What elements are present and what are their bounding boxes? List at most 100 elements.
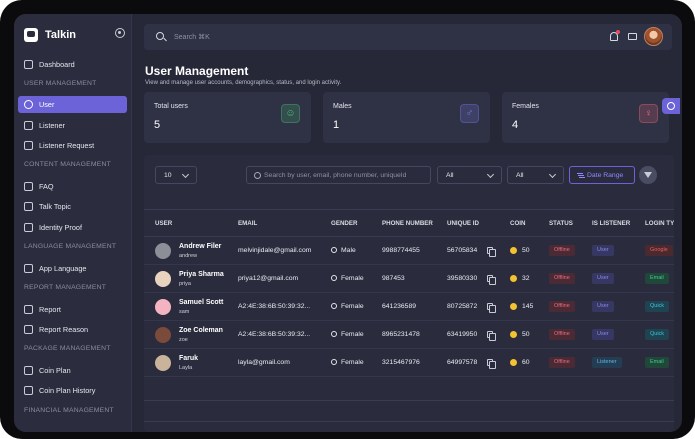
user-avatar bbox=[155, 271, 171, 287]
user-unique-id: 56705834 bbox=[447, 247, 478, 254]
page-subtitle: View and manage user accounts, demograph… bbox=[145, 80, 342, 86]
sidebar-item-report-reason[interactable]: Report Reason bbox=[18, 321, 127, 338]
user-avatar bbox=[155, 355, 171, 371]
listener-request-icon bbox=[24, 141, 33, 150]
sidebar: Talkin Dashboard USER MANAGEMENT User Liste… bbox=[14, 14, 132, 432]
report-icon bbox=[24, 305, 33, 314]
profile-avatar[interactable] bbox=[644, 27, 663, 46]
sidebar-item-dashboard[interactable]: Dashboard bbox=[18, 56, 127, 73]
stat-label: Females bbox=[512, 103, 539, 110]
login-type-badge: Email bbox=[645, 357, 669, 368]
collapse-toggle-icon[interactable] bbox=[115, 28, 125, 38]
divider bbox=[144, 400, 674, 401]
date-range-button[interactable]: Date Range bbox=[569, 166, 635, 184]
coin-plan-history-icon bbox=[24, 386, 33, 395]
chevron-down-icon bbox=[486, 170, 495, 179]
sidebar-item-coin-plan-history[interactable]: Coin Plan History bbox=[18, 382, 127, 399]
male-icon: ♂ bbox=[460, 104, 479, 123]
column-header-email[interactable]: EMAIL bbox=[238, 220, 257, 227]
user-gender: Female bbox=[331, 303, 364, 310]
user-phone: 3215467976 bbox=[382, 359, 420, 366]
user-gender: Female bbox=[331, 331, 364, 338]
user-coin: 145 bbox=[522, 303, 534, 310]
user-username: priya bbox=[179, 281, 191, 287]
user-phone: 987453 bbox=[382, 275, 405, 282]
user-gender: Female bbox=[331, 275, 364, 282]
column-header-coin[interactable]: COIN bbox=[510, 220, 525, 227]
copy-icon[interactable] bbox=[487, 359, 496, 369]
column-header-user[interactable]: USER bbox=[155, 220, 172, 227]
user-name: Andrew Filer bbox=[179, 243, 222, 250]
login-type-badge: Quick bbox=[645, 329, 670, 340]
column-header-login-ty[interactable]: LOGIN TY bbox=[645, 220, 674, 227]
table-search-input[interactable]: Search by user, email, phone number, uni… bbox=[246, 166, 431, 184]
listener-icon bbox=[24, 121, 33, 130]
login-type-badge: Email bbox=[645, 273, 669, 284]
user-phone: 641236589 bbox=[382, 303, 417, 310]
page-title: User Management bbox=[145, 64, 249, 78]
copy-icon[interactable] bbox=[487, 275, 496, 285]
user-phone: 8965231478 bbox=[382, 331, 420, 338]
user-avatar bbox=[155, 243, 171, 259]
sidebar-item-listener[interactable]: Listener bbox=[18, 117, 127, 134]
sidebar-item-identity-proof[interactable]: Identity Proof bbox=[18, 219, 127, 236]
sidebar-item-talk-topic[interactable]: Talk Topic bbox=[18, 198, 127, 215]
copy-icon[interactable] bbox=[487, 303, 496, 313]
sidebar-item-label: App Language bbox=[39, 264, 87, 273]
device-frame: Talkin Dashboard USER MANAGEMENT User Liste… bbox=[0, 0, 695, 439]
filter-select-2[interactable]: All bbox=[507, 166, 564, 184]
table-row[interactable]: Faruk Layla layla@gmail.com Female 321546797… bbox=[144, 349, 674, 377]
settings-fab[interactable] bbox=[662, 98, 680, 114]
search-icon[interactable] bbox=[156, 32, 164, 40]
sidebar-item-label: User bbox=[39, 100, 55, 109]
brand[interactable]: Talkin bbox=[24, 26, 76, 44]
table-search-placeholder: Search by user, email, phone number, uni… bbox=[264, 171, 407, 179]
app-language-icon bbox=[24, 264, 33, 273]
column-header-unique-id[interactable]: UNIQUE ID bbox=[447, 220, 479, 227]
laptop-icon[interactable] bbox=[628, 33, 637, 40]
status-badge: Offline bbox=[549, 273, 575, 284]
column-header-gender[interactable]: GENDER bbox=[331, 220, 357, 227]
status-badge: Offline bbox=[549, 301, 575, 312]
faq-icon bbox=[24, 182, 33, 191]
user-avatar bbox=[155, 299, 171, 315]
stat-card-females: Females 4 ♀ bbox=[502, 92, 669, 143]
column-header-status[interactable]: STATUS bbox=[549, 220, 573, 227]
female-icon bbox=[331, 275, 337, 281]
listener-badge: User bbox=[592, 273, 614, 284]
table-row[interactable]: Priya Sharma priya priya12@gmail.com Female… bbox=[144, 265, 674, 293]
sidebar-section-label: USER MANAGEMENT bbox=[24, 80, 97, 87]
column-header-is-listener[interactable]: IS LISTENER bbox=[592, 220, 630, 227]
sidebar-item-app-language[interactable]: App Language bbox=[18, 260, 127, 277]
sidebar-item-label: Listener bbox=[39, 121, 65, 130]
column-header-phone-number[interactable]: PHONE NUMBER bbox=[382, 220, 433, 227]
dashboard-icon bbox=[24, 60, 33, 69]
sidebar-item-coin-plan[interactable]: Coin Plan bbox=[18, 362, 127, 379]
table-row[interactable]: Samuel Scott sam A2:4E:38:6B:50:39:32... Fe… bbox=[144, 293, 674, 321]
user-gender: Female bbox=[331, 359, 364, 366]
sidebar-item-label: Talk Topic bbox=[39, 202, 71, 211]
page-size-select[interactable]: 10 bbox=[155, 166, 197, 184]
copy-icon[interactable] bbox=[487, 247, 496, 257]
sidebar-item-faq[interactable]: FAQ bbox=[18, 178, 127, 195]
chevron-down-icon bbox=[548, 170, 557, 179]
listener-badge: User bbox=[592, 245, 614, 256]
copy-icon[interactable] bbox=[487, 331, 496, 341]
table-row[interactable]: Zoe Coleman zoe A2:4E:38:6B:50:39:32... Fem… bbox=[144, 321, 674, 349]
user-unique-id: 80725872 bbox=[447, 303, 478, 310]
global-search-input[interactable]: Search ⌘K bbox=[174, 33, 210, 41]
sidebar-item-report[interactable]: Report bbox=[18, 301, 127, 318]
user-email: priya12@gmail.com bbox=[238, 275, 299, 282]
coin-icon bbox=[510, 331, 517, 338]
sidebar-item-listener-request[interactable]: Listener Request bbox=[18, 137, 127, 154]
gear-icon bbox=[667, 102, 675, 110]
sidebar-item-label: Listener Request bbox=[39, 141, 95, 150]
login-type-badge: Google bbox=[645, 245, 673, 256]
sidebar-item-user[interactable]: User bbox=[18, 96, 127, 113]
clear-filter-button[interactable] bbox=[639, 166, 657, 184]
listener-badge: User bbox=[592, 329, 614, 340]
user-unique-id: 64997578 bbox=[447, 359, 478, 366]
filter-select-1[interactable]: All bbox=[437, 166, 502, 184]
sidebar-section-label: CONTENT MANAGEMENT bbox=[24, 161, 111, 168]
table-row[interactable]: Andrew Filer andrew melvinjidale@gmail.com… bbox=[144, 237, 674, 265]
